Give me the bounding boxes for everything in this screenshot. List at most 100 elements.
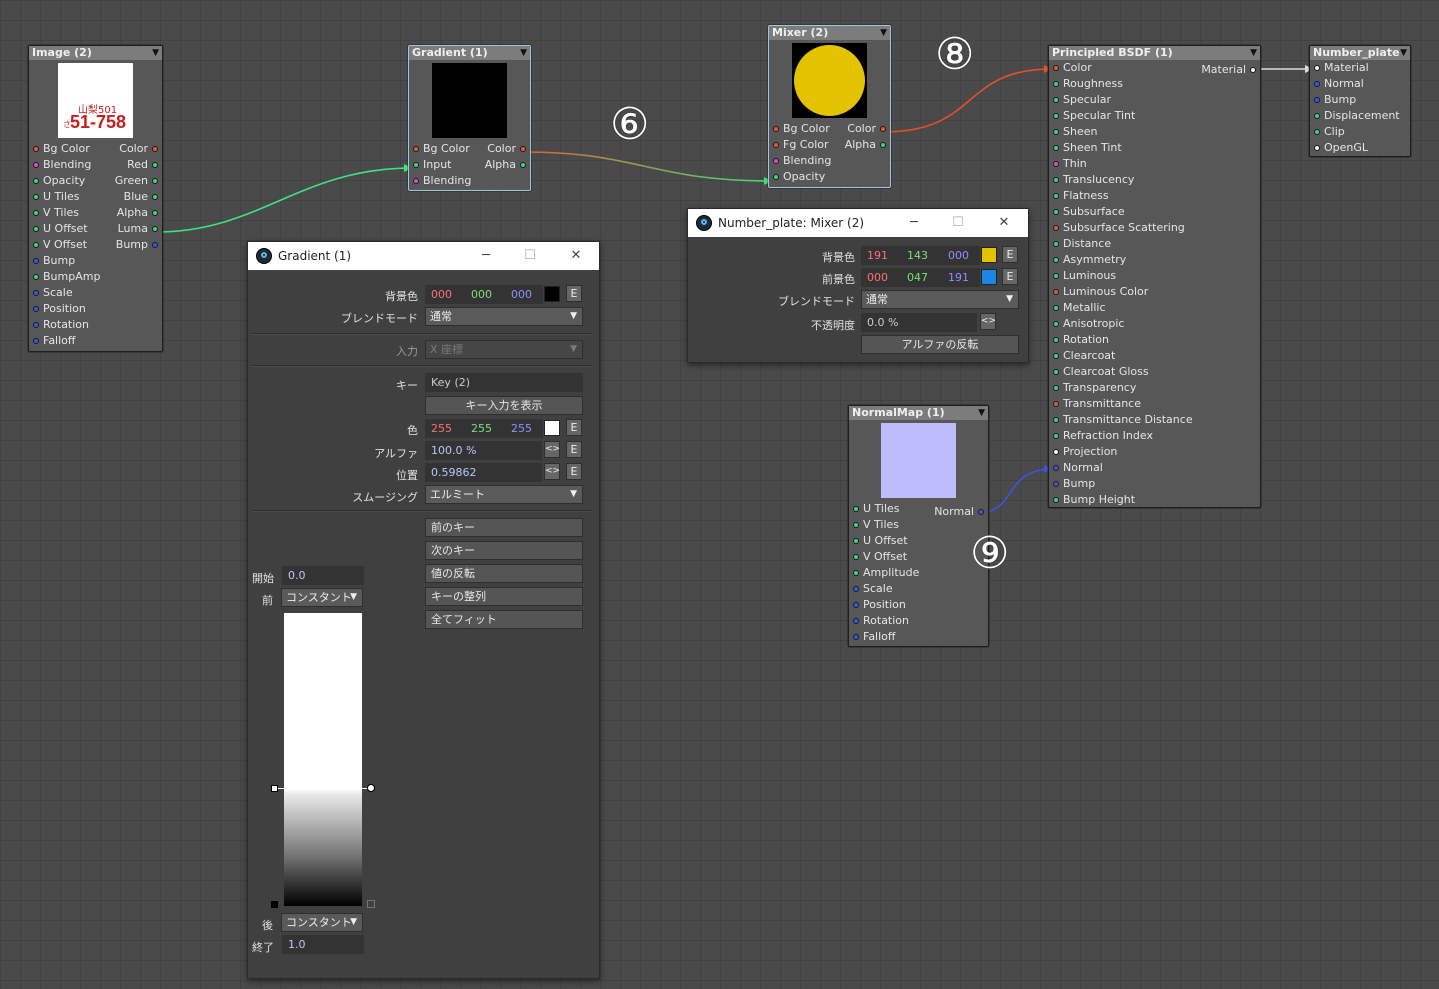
input-port-dot[interactable]	[33, 290, 39, 296]
input-port-dot[interactable]	[33, 322, 39, 328]
node-port-row[interactable]: V Offset	[849, 549, 988, 565]
color-b[interactable]: 255	[505, 419, 543, 438]
node-port-row[interactable]: Normal	[1049, 460, 1260, 476]
color-e-button[interactable]: E	[566, 419, 582, 436]
number-plate-output-node[interactable]: Number_plate ▼ Material Normal Bump Displac…	[1309, 45, 1411, 157]
input-port-dot[interactable]	[1053, 289, 1059, 295]
input-port-dot[interactable]	[33, 258, 39, 264]
node-port-row[interactable]: Roughness	[1049, 76, 1260, 92]
gradient-key-handle-right[interactable]	[367, 784, 375, 792]
node-port-row[interactable]: Clip	[1310, 124, 1410, 140]
gradient-node[interactable]: Gradient (1) ▼ Bg Color Color Input Alpha Bl…	[408, 45, 531, 191]
output-port-dot[interactable]	[152, 242, 158, 248]
input-port-dot[interactable]	[1053, 385, 1059, 391]
node-port-row[interactable]: Anisotropic	[1049, 316, 1260, 332]
mixer-node[interactable]: Mixer (2) ▼ Bg Color Color Fg Color Alpha Bl…	[768, 25, 891, 188]
node-port-row[interactable]: Thin	[1049, 156, 1260, 172]
principled-bsdf-node[interactable]: Principled BSDF (1) ▼ Material Color Roug…	[1048, 45, 1261, 508]
mixer-bg-swatch[interactable]	[981, 247, 997, 263]
input-port-dot[interactable]	[413, 146, 419, 152]
node-port-row[interactable]: Distance	[1049, 236, 1260, 252]
input-port-dot[interactable]	[773, 142, 779, 148]
mixer-node-header[interactable]: Mixer (2) ▼	[769, 26, 890, 40]
node-port-row[interactable]: Sheen Tint	[1049, 140, 1260, 156]
output-port-dot[interactable]	[520, 146, 526, 152]
mixer-blend-select[interactable]: 通常 ▼	[861, 290, 1019, 309]
node-port-row[interactable]: Bg Color Color	[769, 121, 890, 137]
input-port-dot[interactable]	[1053, 97, 1059, 103]
minimize-icon[interactable]: ─	[471, 242, 501, 270]
input-port-dot[interactable]	[1053, 497, 1059, 503]
node-port-row[interactable]: Projection	[1049, 444, 1260, 460]
input-port-dot[interactable]	[33, 210, 39, 216]
input-port-dot[interactable]	[1314, 65, 1320, 71]
input-port-dot[interactable]	[413, 162, 419, 168]
node-port-row[interactable]: Scale	[29, 285, 162, 301]
position-field[interactable]: 0.59862	[425, 463, 542, 482]
mixer-fg-swatch[interactable]	[981, 269, 997, 285]
bgcolor-r[interactable]: 000	[425, 285, 465, 304]
mixer-bg-g[interactable]: 143	[901, 246, 942, 265]
input-port-dot[interactable]	[33, 162, 39, 168]
start-field[interactable]: 0.0	[282, 566, 364, 585]
node-port-row[interactable]: Normal	[1310, 76, 1410, 92]
node-port-row[interactable]: Subsurface Scattering	[1049, 220, 1260, 236]
input-port-dot[interactable]	[1053, 177, 1059, 183]
input-port-dot[interactable]	[1053, 81, 1059, 87]
input-port-dot[interactable]	[773, 174, 779, 180]
image-node[interactable]: Image (2) ▼ 山梨501 さ 51-758 Bg Color Color…	[28, 45, 163, 352]
input-port-dot[interactable]	[33, 178, 39, 184]
position-envelope-button[interactable]: <>	[544, 463, 560, 480]
chevron-down-icon[interactable]: ▼	[152, 46, 159, 60]
input-port-dot[interactable]	[1053, 145, 1059, 151]
input-port-dot[interactable]	[1053, 257, 1059, 263]
node-port-row[interactable]: Blending Red	[29, 157, 162, 173]
input-port-dot[interactable]	[1314, 97, 1320, 103]
node-port-row[interactable]: Bg Color Color	[409, 141, 530, 157]
node-port-row[interactable]: Rotation	[1049, 332, 1260, 348]
node-port-row[interactable]: Falloff	[849, 629, 988, 645]
chevron-down-icon[interactable]: ▼	[520, 46, 527, 60]
input-port-dot[interactable]	[853, 586, 859, 592]
next-key-button[interactable]: 次のキー	[425, 541, 583, 560]
node-port-row[interactable]: Transmittance Distance	[1049, 412, 1260, 428]
blend-mode-select[interactable]: 通常 ▼	[425, 307, 583, 326]
node-port-row[interactable]: Specular Tint	[1049, 108, 1260, 124]
node-port-row[interactable]: V Tiles Alpha	[29, 205, 162, 221]
mixer-opacity-field[interactable]: 0.0 %	[861, 313, 977, 332]
normalmap-node-header[interactable]: NormalMap (1) ▼	[849, 406, 988, 420]
mixer-opacity-envelope-button[interactable]: <>	[980, 313, 996, 330]
color-g[interactable]: 255	[465, 419, 505, 438]
smoothing-select[interactable]: エルミート ▼	[425, 485, 583, 504]
node-port-row[interactable]: Bump	[29, 253, 162, 269]
input-port-dot[interactable]	[1314, 145, 1320, 151]
output-port-dot[interactable]	[152, 146, 158, 152]
input-port-dot[interactable]	[853, 554, 859, 560]
node-port-row[interactable]: U Tiles Blue	[29, 189, 162, 205]
output-port-dot[interactable]	[152, 226, 158, 232]
node-port-row[interactable]: Displacement	[1310, 108, 1410, 124]
input-port-dot[interactable]	[1053, 305, 1059, 311]
mixer-bg-e-button[interactable]: E	[1002, 246, 1018, 263]
chevron-down-icon[interactable]: ▼	[978, 406, 985, 420]
node-port-row[interactable]: Specular	[1049, 92, 1260, 108]
end-field[interactable]: 1.0	[282, 935, 364, 954]
output-port-dot[interactable]	[152, 210, 158, 216]
input-port-dot[interactable]	[1053, 353, 1059, 359]
show-key-input-button[interactable]: キー入力を表示	[425, 396, 583, 415]
node-port-row[interactable]: Color	[1049, 60, 1260, 76]
fit-all-button[interactable]: 全てフィット	[425, 610, 583, 629]
normalmap-node[interactable]: NormalMap (1) ▼ Normal U Tiles V Tiles U O…	[848, 405, 989, 647]
node-port-row[interactable]: V Offset Bump	[29, 237, 162, 253]
gradient-key-handle-left[interactable]	[271, 785, 278, 792]
node-port-row[interactable]: Rotation	[29, 317, 162, 333]
node-port-row[interactable]: Asymmetry	[1049, 252, 1260, 268]
mixer-bg-b[interactable]: 000	[942, 246, 980, 265]
input-port-dot[interactable]	[853, 538, 859, 544]
gradient-node-header[interactable]: Gradient (1) ▼	[409, 46, 530, 60]
node-port-row[interactable]: Luminous	[1049, 268, 1260, 284]
node-port-row[interactable]: Clearcoat Gloss	[1049, 364, 1260, 380]
mixer-fg-b[interactable]: 191	[942, 268, 980, 287]
node-port-row[interactable]: Opacity Green	[29, 173, 162, 189]
input-port-dot[interactable]	[1053, 209, 1059, 215]
